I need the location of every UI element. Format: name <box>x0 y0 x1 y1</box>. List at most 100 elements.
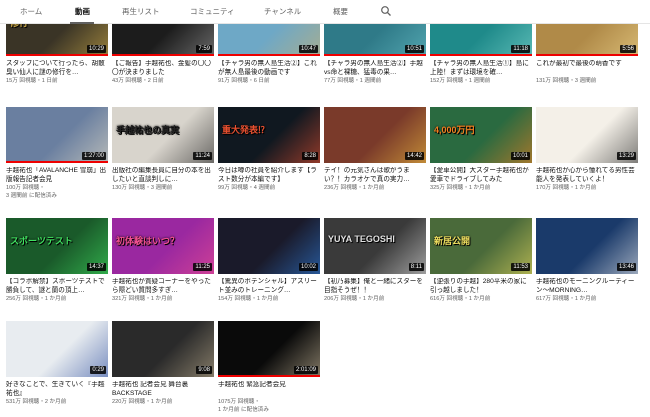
video-meta: 325万 回視聴・1 か月前 <box>430 185 491 191</box>
duration-badge: 5:56 <box>620 45 636 53</box>
video-thumbnail[interactable]: 初体験はいつ？ 11:25 <box>112 218 214 274</box>
video-thumbnail[interactable]: 14:42 <box>324 107 426 163</box>
video-card[interactable]: YUYA TEGOSHI 8:11 【初乃募集】俺と一緒にスターを目指そうぜ！！ 20… <box>324 218 426 303</box>
video-thumbnail[interactable]: 0:29 <box>6 321 108 377</box>
video-meta: 100万 回視聴・ <box>6 185 45 191</box>
video-title[interactable]: 手越祐也が質疑コーナーをやったら際どい質問多すぎ… <box>112 278 214 295</box>
video-title[interactable]: 手越祐也 記者会見 舞台裏 BACKSTAGE <box>112 381 214 398</box>
video-title[interactable]: 【コラボ解禁】スポーツテストで勝負して、謎と蘭の頂上… <box>6 278 108 295</box>
watch-progress-bar <box>6 161 108 163</box>
video-title[interactable]: 手越祐也「AVALANCHE 雪崩」出版報告記者会見 <box>6 167 108 184</box>
video-title[interactable]: 【逆張りの手越】280平米の家に引っ越しました！ <box>430 278 532 295</box>
video-meta: 77万 回視聴・1 週間前 <box>324 78 382 84</box>
video-title[interactable]: 手越祐也が心から憧れてる男性芸能人を発表していくよ！ <box>536 167 638 184</box>
video-meta: 91万 回視聴・6 日前 <box>218 78 270 84</box>
video-card[interactable]: 新居公開 11:53 【逆張りの手越】280平米の家に引っ越しました！ 616万 回視… <box>430 218 532 303</box>
video-card[interactable]: 13:46 手越祐也のモーニングルーティーン〜MORNING… 617万 回視聴・1… <box>536 218 638 303</box>
video-title[interactable]: 手越祐也 緊急記者会見 <box>218 381 320 398</box>
video-thumbnail[interactable]: 13:46 <box>536 218 638 274</box>
video-meta: 256万 回視聴・1 か月前 <box>6 296 67 302</box>
video-meta: 206万 回視聴・1 か月前 <box>324 296 385 302</box>
video-title[interactable]: 手越祐也のモーニングルーティーン〜MORNING… <box>536 278 638 295</box>
duration-badge: 11:24 <box>193 152 212 160</box>
video-thumbnail[interactable]: スポーツテスト 14:37 <box>6 218 108 274</box>
video-title[interactable]: テイ！の元気さんは歌がうまい？！カラオケで真の実力… <box>324 167 426 184</box>
tab-playlists[interactable]: 再生リスト <box>122 6 160 17</box>
video-title[interactable]: 【チャラ男の無人島生活①】島に上陸！まずは環境を確… <box>430 60 532 77</box>
video-meta: 43万 回視聴・2 日前 <box>112 78 164 84</box>
video-title[interactable]: 【愛車公開】大スター手越祐也が愛車でドライブしてみた <box>430 167 532 184</box>
duration-badge: 11:18 <box>511 45 530 53</box>
video-meta: 236万 回視聴・1 か月前 <box>324 185 385 191</box>
video-meta: 220万 回視聴・1 か月前 <box>112 399 173 405</box>
video-card[interactable]: 10:02 【驚異のポテンシャル】アスリート並みのトレーニング… 154万 回視聴・… <box>218 218 320 303</box>
video-thumbnail[interactable]: 2:01:09 <box>218 321 320 377</box>
thumbnail-caption: 重大発表⁉ <box>222 125 265 135</box>
video-card[interactable]: 13:29 手越祐也が心から憧れてる男性芸能人を発表していくよ！ 170万 回視聴・… <box>536 107 638 192</box>
duration-badge: 11:53 <box>511 263 530 271</box>
video-card[interactable]: スポーツテスト 14:37 【コラボ解禁】スポーツテストで勝負して、謎と蘭の頂上… 2… <box>6 218 108 303</box>
watch-progress-bar <box>430 54 532 56</box>
tab-videos[interactable]: 動画 <box>75 6 90 17</box>
duration-badge: 2:01:09 <box>293 366 318 374</box>
duration-badge: 13:46 <box>616 263 636 271</box>
video-card[interactable]: 14:42 テイ！の元気さんは歌がうまい？！カラオケで真の実力… 236万 回視聴・… <box>324 107 426 192</box>
duration-badge: 11:25 <box>193 263 212 271</box>
duration-badge: 13:29 <box>616 152 636 160</box>
video-thumbnail[interactable]: 4,000万円 10:01 <box>430 107 532 163</box>
video-title[interactable]: これが最初で最後の萌香です <box>536 60 638 77</box>
video-title[interactable]: 【驚異のポテンシャル】アスリート並みのトレーニング… <box>218 278 320 295</box>
duration-badge: 0:29 <box>90 366 106 374</box>
watch-progress-bar <box>218 375 320 377</box>
duration-badge: 8:11 <box>408 263 424 271</box>
video-meta: 152万 回視聴・1 週間前 <box>430 78 491 84</box>
video-meta: 154万 回視聴・1 か月前 <box>218 296 279 302</box>
duration-badge: 8:28 <box>302 152 318 160</box>
tab-channels[interactable]: チャンネル <box>264 6 301 17</box>
tab-about[interactable]: 概要 <box>333 6 348 17</box>
video-card[interactable]: 9:08 手越祐也 記者会見 舞台裏 BACKSTAGE 220万 回視聴・1 か月… <box>112 321 214 406</box>
video-title[interactable]: 【ご報告】手越祐也、金髪の〇〇〇が決まりました <box>112 60 214 77</box>
video-thumbnail[interactable]: 13:29 <box>536 107 638 163</box>
video-card[interactable]: 4,000万円 10:01 【愛車公開】大スター手越祐也が愛車でドライブしてみた 32… <box>430 107 532 192</box>
video-card[interactable]: 重大発表⁉ 8:28 今日は噂の社員を紹介します【ラスト数分が本編です】 99万 回視… <box>218 107 320 192</box>
video-thumbnail[interactable]: 手越祐也の真実 11:24 <box>112 107 214 163</box>
video-meta: 531万 回視聴・2 か月前 <box>6 399 67 405</box>
video-thumbnail[interactable]: 9:08 <box>112 321 214 377</box>
video-card[interactable]: 1:27:00 手越祐也「AVALANCHE 雪崩」出版報告記者会見 100万 回視… <box>6 107 108 200</box>
duration-badge: 10:02 <box>298 263 318 271</box>
video-meta-streamed: 1 か月前 に配信済み <box>218 407 269 413</box>
thumbnail-caption: YUYA TEGOSHI <box>328 234 395 244</box>
thumbnail-caption: 新居公開 <box>434 236 471 246</box>
video-title[interactable]: 出版社の編集長員に自分の本を出したいと直談判しに… <box>112 167 214 184</box>
video-thumbnail[interactable]: YUYA TEGOSHI 8:11 <box>324 218 426 274</box>
tab-community[interactable]: コミュニティ <box>190 6 235 17</box>
video-meta-streamed: 3 週間前 に配信済み <box>6 193 57 199</box>
video-thumbnail[interactable]: 10:02 <box>218 218 320 274</box>
video-thumbnail[interactable]: 重大発表⁉ 8:28 <box>218 107 320 163</box>
video-card[interactable]: 手越祐也の真実 11:24 出版社の編集長員に自分の本を出したいと直談判しに… 130… <box>112 107 214 192</box>
video-meta: 170万 回視聴・1 か月前 <box>536 185 597 191</box>
video-title[interactable]: スタッフについて行ったら、胡散臭い仙人に謎の修行を… <box>6 60 108 77</box>
video-title[interactable]: 【初乃募集】俺と一緒にスターを目指そうぜ！！ <box>324 278 426 295</box>
video-thumbnail[interactable]: 1:27:00 <box>6 107 108 163</box>
video-title[interactable]: 【チャラ男の無人島生活②】手越vs命と裸糖、猛毒の果… <box>324 60 426 77</box>
thumbnail-caption: 手越祐也の真実 <box>116 125 180 135</box>
search-icon[interactable] <box>380 5 392 17</box>
video-card[interactable]: 2:01:09 手越祐也 緊急記者会見 1075万 回視聴・ 1 か月前 に配信済み <box>218 321 320 414</box>
duration-badge: 1:27:00 <box>81 152 106 160</box>
duration-badge: 10:47 <box>298 45 318 53</box>
channel-tab-bar: ホーム 動画 再生リスト コミュニティ チャンネル 概要 <box>0 0 650 24</box>
tab-home[interactable]: ホーム <box>20 6 42 17</box>
video-title[interactable]: 好きなことで、生きていく『手越祐也』 <box>6 381 108 398</box>
active-tab-indicator <box>70 22 94 24</box>
video-thumbnail[interactable]: 新居公開 11:53 <box>430 218 532 274</box>
video-meta: 131万 回視聴・3 週間前 <box>536 78 597 84</box>
duration-badge: 14:37 <box>86 263 106 271</box>
video-title[interactable]: 【チャラ男の無人島生活②】これが無人島最後の動画です <box>218 60 320 77</box>
video-title[interactable]: 今日は噂の社員を紹介します【ラスト数分が本編です】 <box>218 167 320 184</box>
video-card[interactable]: 0:29 好きなことで、生きていく『手越祐也』 531万 回視聴・2 か月前 <box>6 321 108 406</box>
video-card[interactable]: 初体験はいつ？ 11:25 手越祐也が質疑コーナーをやったら際どい質問多すぎ… 321… <box>112 218 214 303</box>
duration-badge: 10:51 <box>404 45 424 53</box>
video-meta: 616万 回視聴・1 か月前 <box>430 296 491 302</box>
